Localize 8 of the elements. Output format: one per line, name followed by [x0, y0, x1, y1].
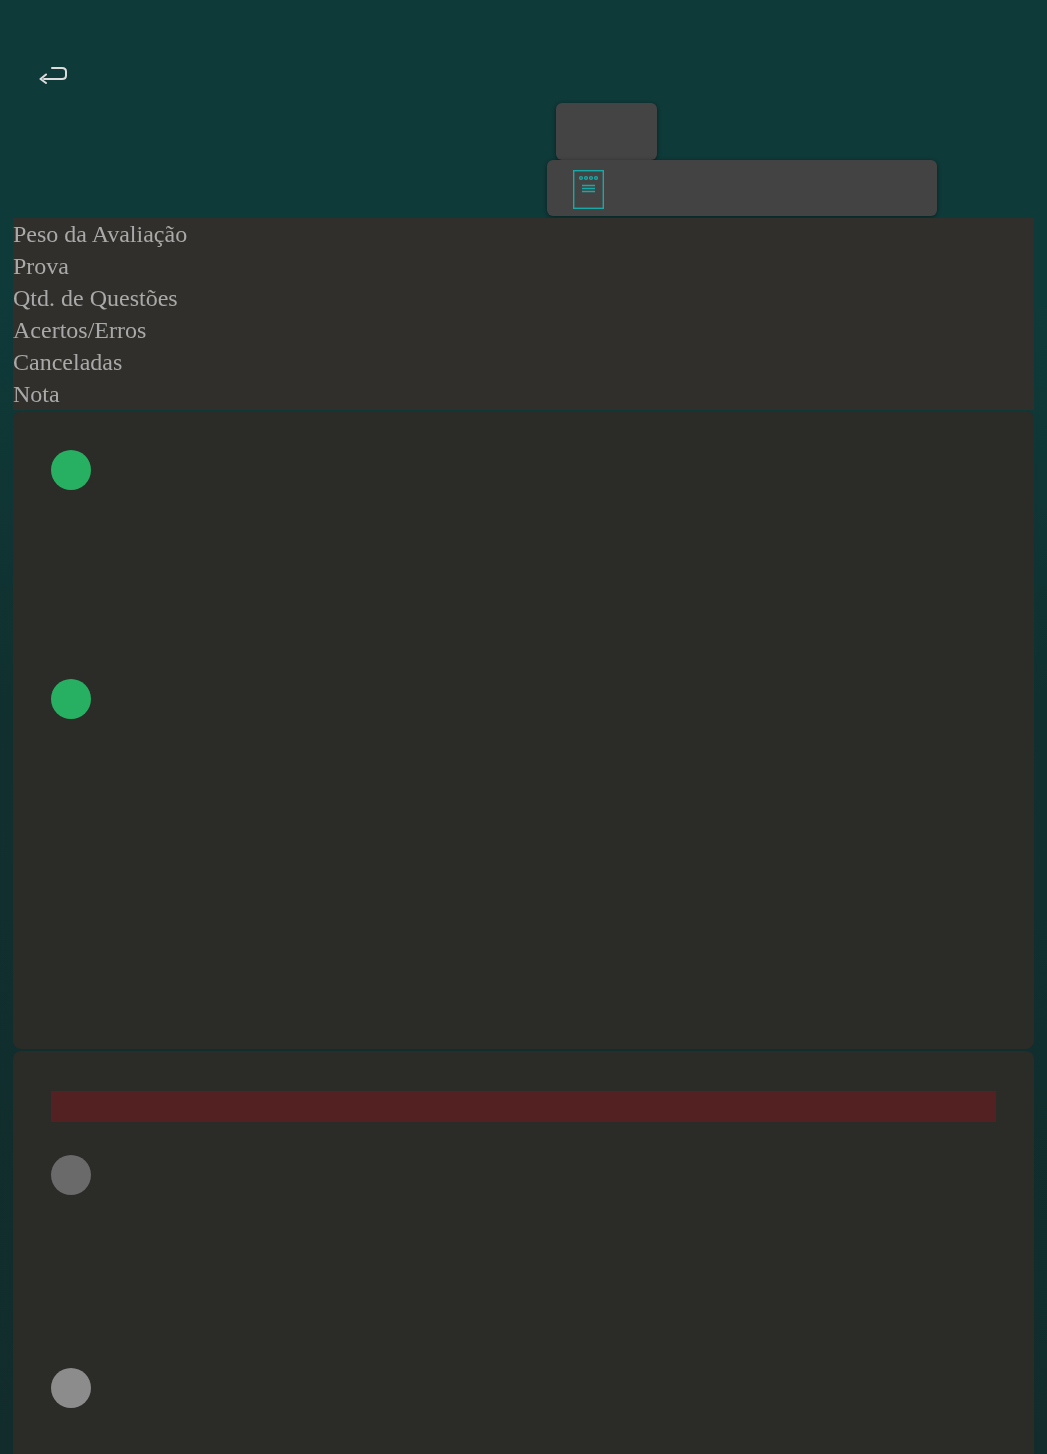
column-label: Acertos/Erros [13, 316, 147, 345]
column-label: Qtd. de Questões [13, 284, 178, 313]
column-label: Nota [13, 380, 60, 409]
column-label: Prova [13, 252, 69, 281]
column-label: Peso da Avaliação [13, 220, 188, 249]
column-label: Canceladas [13, 348, 123, 377]
back-icon[interactable] [38, 65, 68, 84]
notepad-icon[interactable] [573, 170, 604, 209]
